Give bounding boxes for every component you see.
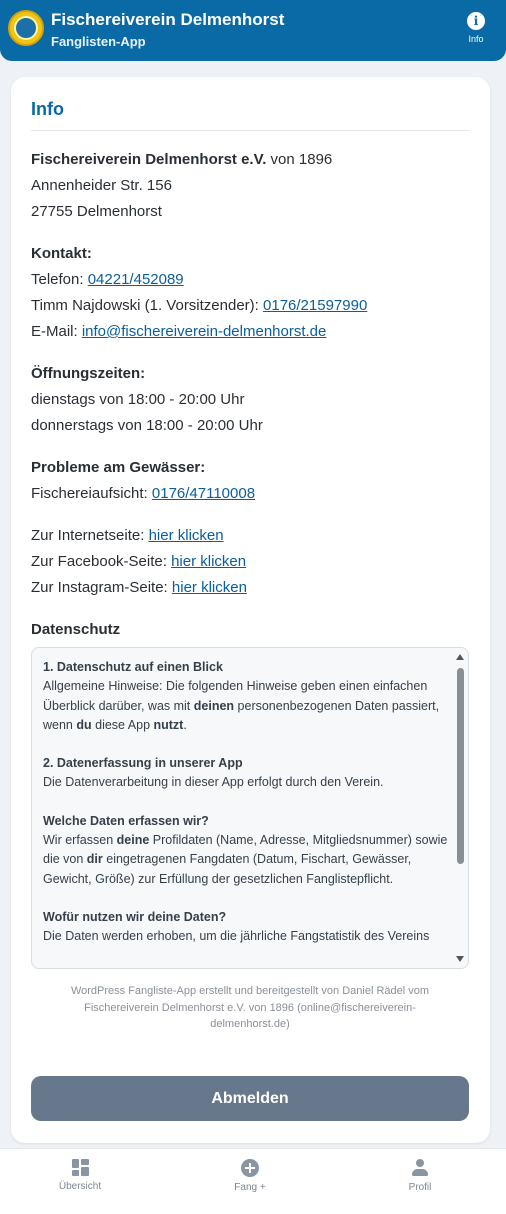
privacy-heading: Datenschutz (31, 621, 121, 638)
info-card: Info Fischereiverein Delmenhorst e.V. vo… (11, 77, 490, 1143)
contact-heading: Kontakt: (31, 245, 92, 262)
info-button[interactable]: i Info (456, 12, 496, 50)
nav-label-catch: Fang + (234, 1182, 266, 1193)
hours-line-1: dienstags von 18:00 - 20:00 Uhr (31, 391, 245, 408)
page-title: Info (31, 99, 64, 119)
privacy-section-3-text: Wir erfassen deine Profildaten (Name, Ad… (43, 833, 448, 886)
privacy-section-4-text: Die Daten werden erhoben, um die jährlic… (43, 929, 430, 944)
street: Annenheider Str. 156 (31, 177, 172, 194)
city: 27755 Delmenhorst (31, 203, 162, 220)
app-title: Fischereiverein Delmenhorst (51, 10, 285, 29)
phone-label: Telefon: (31, 271, 88, 288)
website-label: Zur Internetseite: (31, 527, 149, 544)
chair-phone-link[interactable]: 0176/21597990 (263, 297, 367, 314)
hours-heading: Öffnungszeiten: (31, 365, 146, 382)
instagram-label: Zur Instagram-Seite: (31, 579, 172, 596)
club-name: Fischereiverein Delmenhorst e.V. (31, 151, 267, 168)
title-divider (31, 130, 469, 131)
chair-label: Timm Najdowski (1. Vorsitzender): (31, 297, 264, 314)
info-icon: i (467, 12, 485, 30)
privacy-section-2-text: Die Datenverarbeitung in dieser App erfo… (43, 775, 384, 790)
privacy-section-3-title: Welche Daten erfassen wir? (43, 813, 209, 828)
club-founded: von 1896 (266, 151, 333, 168)
bottom-navigation: Übersicht Fang + Profil (0, 1148, 506, 1214)
privacy-scroll-box[interactable]: 1. Datenschutz auf einen Blick Allgemein… (31, 647, 469, 969)
website-link[interactable]: hier klicken (149, 527, 224, 544)
logout-button[interactable]: Abmelden (31, 1076, 469, 1121)
scroll-down-arrow-icon[interactable] (456, 956, 464, 962)
privacy-section-4-title: Wofür nutzen wir deine Daten? (43, 909, 227, 924)
info-button-label: Info (468, 34, 484, 44)
facebook-label: Zur Facebook-Seite: (31, 553, 172, 570)
privacy-section-2-title: 2. Datenerfassung in unserer App (43, 756, 243, 771)
contact-block: Kontakt: Telefon: 04221/452089 Timm Najd… (31, 241, 471, 345)
privacy-text: 1. Datenschutz auf einen Blick Allgemein… (43, 658, 448, 947)
info-content: Fischereiverein Delmenhorst e.V. von 189… (31, 147, 471, 643)
email-label: E-Mail: (31, 323, 82, 340)
nav-label-profile: Profil (408, 1182, 432, 1193)
user-icon (412, 1159, 428, 1177)
phone-link[interactable]: 04221/452089 (88, 271, 184, 288)
nav-item-profile[interactable]: Profil (370, 1159, 470, 1193)
problems-block: Probleme am Gewässer: Fischereiaufsicht:… (31, 455, 471, 507)
privacy-scrollbar[interactable] (454, 650, 466, 966)
nav-item-catch[interactable]: Fang + (200, 1159, 300, 1193)
app-subtitle: Fanglisten-App (51, 34, 146, 49)
nav-label-overview: Übersicht (58, 1181, 102, 1192)
address-block: Fischereiverein Delmenhorst e.V. von 189… (31, 147, 471, 225)
scrollbar-thumb[interactable] (457, 668, 464, 864)
email-link[interactable]: info@fischereiverein-delmenhorst.de (82, 323, 327, 340)
links-block: Zur Internetseite: hier klicken Zur Face… (31, 523, 471, 601)
nav-item-overview[interactable]: Übersicht (30, 1159, 130, 1192)
supervision-phone-link[interactable]: 0176/47110008 (152, 485, 255, 502)
privacy-section-1-title: 1. Datenschutz auf einen Blick (43, 660, 223, 674)
app-header: Fischereiverein Delmenhorst Fanglisten-A… (0, 0, 506, 61)
supervision-label: Fischereiaufsicht: (31, 485, 152, 502)
dashboard-grid-icon (71, 1159, 89, 1176)
hours-block: Öffnungszeiten: dienstags von 18:00 - 20… (31, 361, 471, 439)
facebook-link[interactable]: hier klicken (171, 553, 246, 570)
privacy-section-1-text: Allgemeine Hinweise: Die folgenden Hinwe… (43, 679, 440, 732)
instagram-link[interactable]: hier klicken (172, 579, 247, 596)
club-logo (8, 10, 44, 46)
hours-line-2: donnerstags von 18:00 - 20:00 Uhr (31, 417, 263, 434)
problems-heading: Probleme am Gewässer: (31, 459, 206, 476)
plus-circle-icon (241, 1159, 259, 1177)
credits-note: WordPress Fangliste-App erstellt und ber… (70, 985, 430, 1030)
scroll-up-arrow-icon[interactable] (456, 654, 464, 660)
